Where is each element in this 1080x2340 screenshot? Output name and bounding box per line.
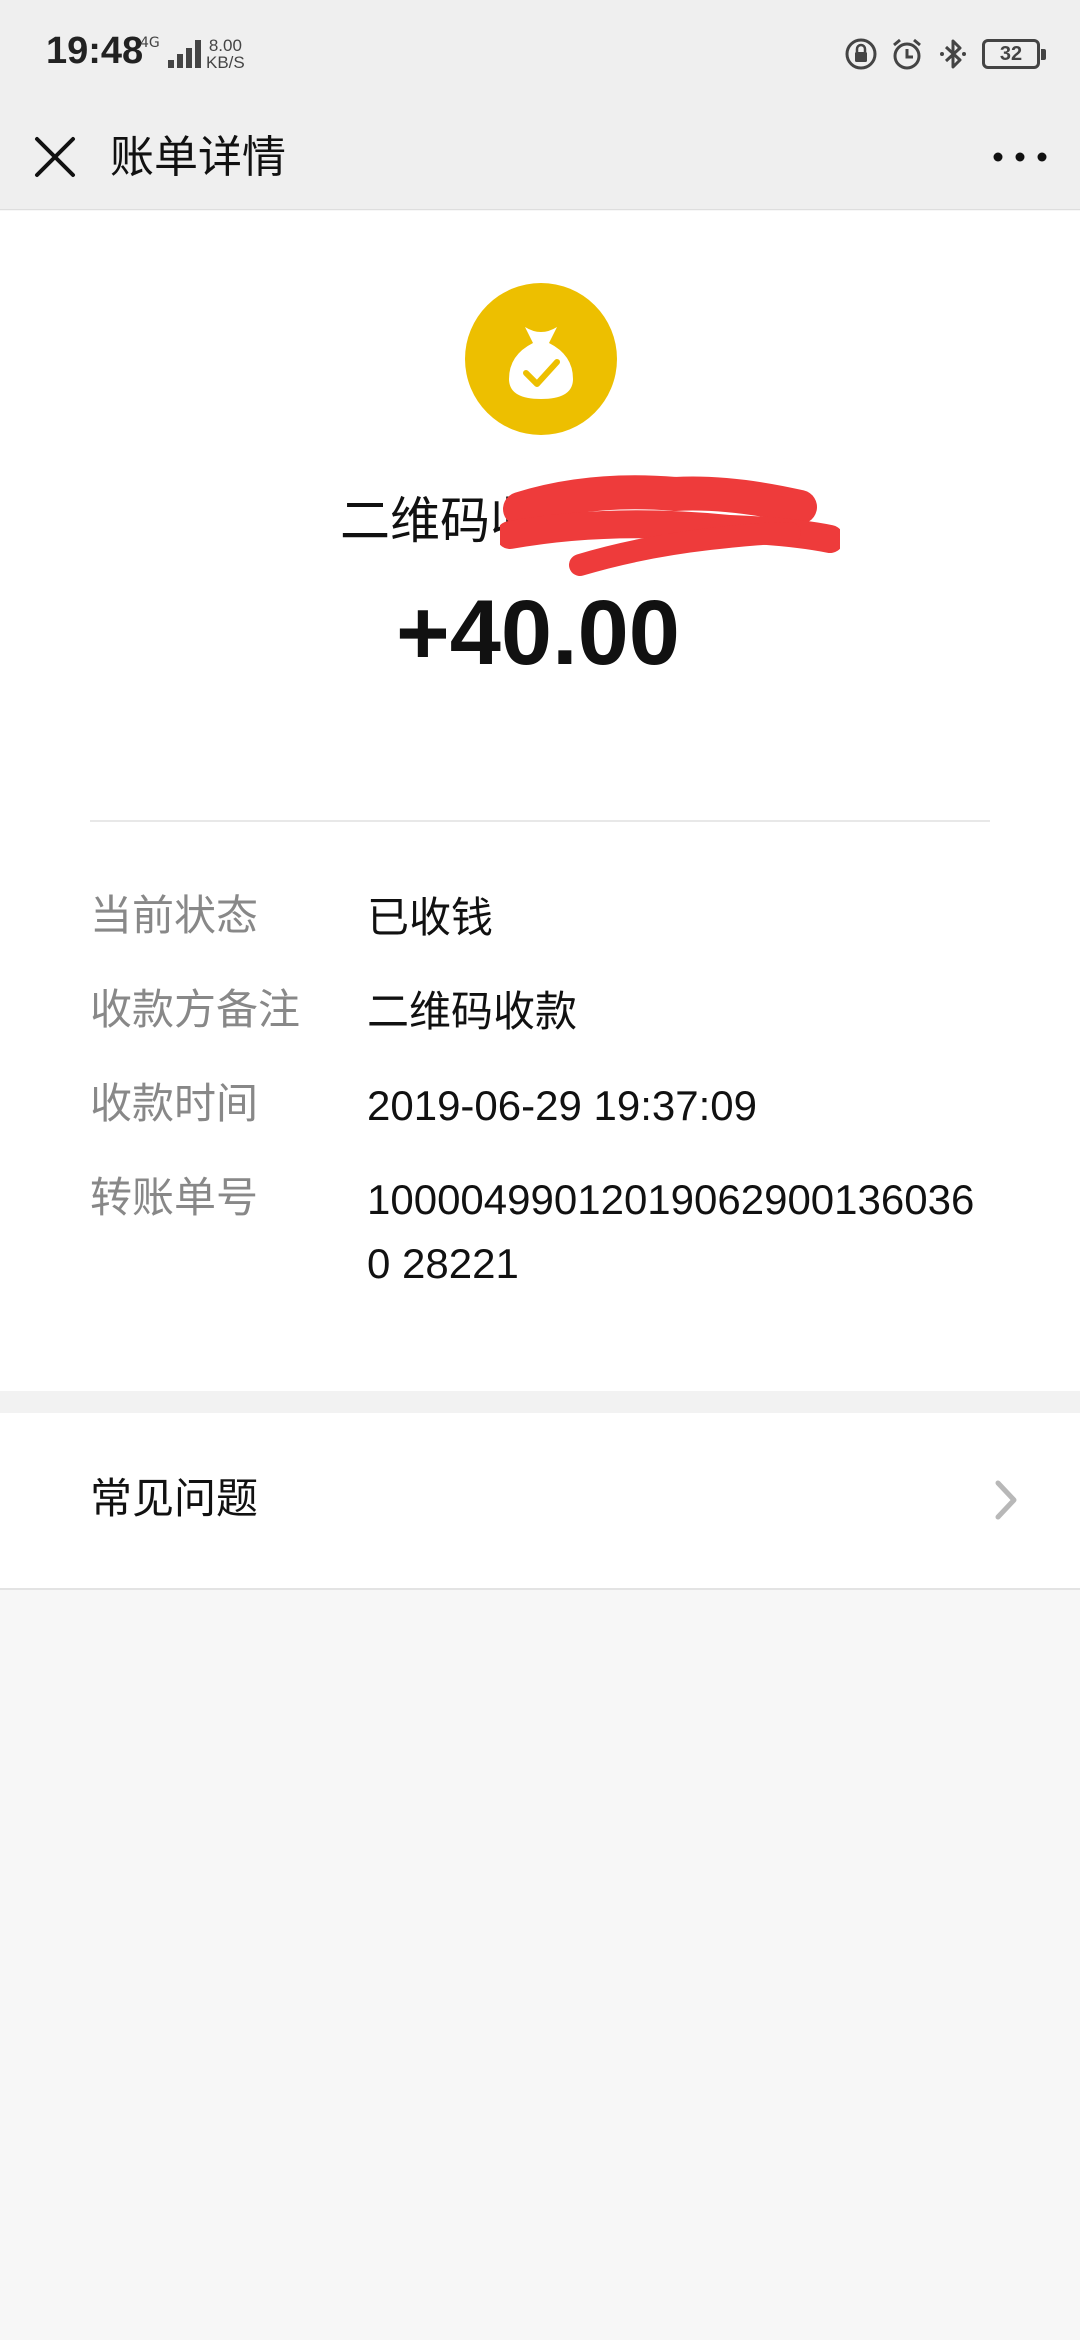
faq-label: 常见问题 xyxy=(90,1474,259,1523)
detail-row-time: 收款时间 2019-06-29 19:37:09 xyxy=(90,1074,1010,1138)
rotation-lock-icon xyxy=(845,38,877,70)
detail-label: 收款方备注 xyxy=(90,985,301,1034)
status-icons: 32 xyxy=(844,36,1046,72)
close-icon[interactable] xyxy=(30,132,80,182)
alarm-icon xyxy=(893,38,921,70)
detail-label: 转账单号 xyxy=(90,1173,259,1222)
detail-row-status: 当前状态 已收钱 xyxy=(90,886,1010,950)
network-speed-unit: KB/S xyxy=(206,53,245,72)
status-time: 19:48 xyxy=(46,30,144,72)
section-gap xyxy=(0,1391,1080,1413)
status-bar: 19:48 4G 8.00 KB/S 32 xyxy=(0,0,1080,110)
detail-row-remark: 收款方备注 二维码收款 xyxy=(90,980,1010,1044)
detail-value: 已收钱 xyxy=(367,893,494,942)
detail-list: 当前状态 已收钱 收款方备注 二维码收款 收款时间 2019-06-29 19:… xyxy=(90,886,1010,1326)
detail-label: 当前状态 xyxy=(90,891,259,940)
bluetooth-icon xyxy=(940,39,966,69)
faq-row[interactable]: 常见问题 xyxy=(0,1413,1080,1590)
detail-row-transfer-no: 转账单号 100004990120190629001360360 28221 xyxy=(90,1168,1010,1296)
divider xyxy=(90,820,990,822)
nav-bar: 账单详情 xyxy=(0,110,1080,210)
chevron-right-icon xyxy=(995,1480,1017,1520)
network-speed: 8.00 KB/S xyxy=(206,37,245,71)
battery-icon: 32 xyxy=(982,39,1046,69)
detail-value: 二维码收款 xyxy=(367,987,578,1036)
network-type: 4G xyxy=(140,35,160,51)
page-title: 账单详情 xyxy=(110,132,286,183)
bill-detail-card: 二维码收 +40.00 当前状态 已收钱 收款方备注 二维码收款 收款时间 20… xyxy=(0,211,1080,1391)
more-icon[interactable] xyxy=(990,132,1050,182)
detail-label: 收款时间 xyxy=(90,1079,259,1128)
amount: +40.00 xyxy=(396,582,680,684)
network-speed-value: 8.00 xyxy=(208,36,242,55)
detail-value: 100004990120190629001360360 28221 xyxy=(367,1176,975,1287)
redaction-scribble xyxy=(500,475,840,576)
detail-value: 2019-06-29 19:37:09 xyxy=(367,1082,757,1129)
signal-icon xyxy=(168,40,202,68)
money-bag-check-icon xyxy=(465,283,617,435)
